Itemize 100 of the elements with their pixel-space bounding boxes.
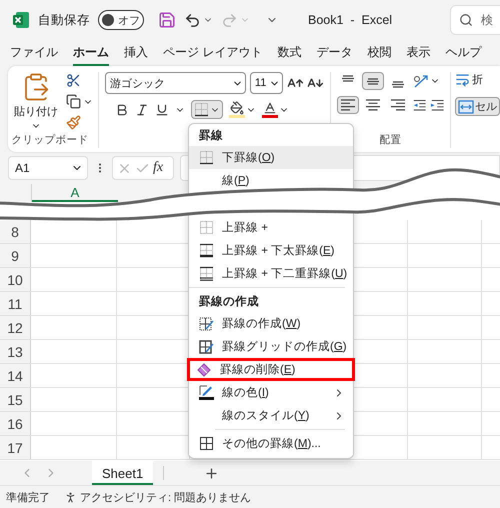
increase-indent-icon[interactable] — [430, 98, 444, 112]
wrap-text-label: 折 — [472, 73, 483, 87]
paste-button[interactable]: 貼り付け — [14, 72, 58, 131]
font-size-select[interactable]: 11 — [250, 72, 283, 94]
ribbon-tab[interactable]: 挿入 — [124, 40, 148, 66]
thick-bottom-border-icon — [199, 243, 214, 258]
borders-icon — [194, 102, 209, 117]
merge-button[interactable]: セル — [455, 97, 500, 116]
row-header[interactable]: 15 — [0, 388, 31, 412]
eraser-icon — [197, 362, 212, 377]
italic-icon[interactable] — [135, 102, 149, 116]
cut-icon[interactable] — [66, 73, 81, 88]
menu-item[interactable]: 罫線の削除(E) — [187, 358, 355, 381]
pen-color-icon — [199, 385, 214, 400]
grid-cell[interactable] — [408, 340, 482, 364]
ribbon-tab[interactable]: ページ レイアウト — [163, 40, 262, 66]
align-center-icon — [365, 98, 381, 112]
grid-cell[interactable] — [31, 220, 117, 244]
grid-cell[interactable] — [408, 220, 482, 244]
align-right-icon — [390, 98, 406, 112]
save-icon[interactable] — [158, 11, 176, 29]
border-grid-icon — [199, 220, 214, 235]
search-field[interactable]: 検 — [450, 5, 500, 35]
undo-icon[interactable] — [184, 12, 201, 28]
add-sheet-icon[interactable] — [204, 466, 220, 480]
menu-item[interactable]: その他の罫線(M)... — [189, 432, 353, 455]
row-header[interactable]: 13 — [0, 340, 31, 364]
horizontal-align-button[interactable] — [337, 96, 359, 114]
menu-section-title: 罫線 — [198, 128, 224, 144]
font-color-icon[interactable] — [262, 101, 278, 118]
text-orientation-icon[interactable] — [412, 74, 429, 88]
menu-item[interactable]: 罫線の作成(W) — [189, 312, 353, 335]
group-label: 配置 — [380, 133, 402, 147]
ribbon-tab[interactable]: 数式 — [277, 40, 302, 66]
menu-item[interactable]: 線のスタイル(Y) — [189, 404, 353, 427]
underline-icon[interactable] — [155, 102, 169, 116]
grid-cell[interactable] — [408, 364, 482, 388]
window-title: Book1 - Excel — [308, 13, 392, 27]
font-name-select[interactable]: 游ゴシック — [105, 72, 246, 94]
menu-section-title: 罫線の作成 — [198, 294, 260, 310]
accessibility-icon — [64, 490, 77, 504]
excel-logo-icon — [12, 11, 30, 29]
ribbon-tab[interactable]: 表示 — [406, 40, 430, 66]
bold-icon[interactable] — [115, 102, 129, 116]
fill-color-icon[interactable] — [229, 101, 245, 118]
select-all-corner[interactable] — [0, 184, 32, 202]
borders-button[interactable] — [191, 100, 223, 119]
menu-item[interactable]: 線の色(I) — [189, 381, 353, 404]
merge-cells-icon — [458, 100, 474, 114]
row-header[interactable]: 12 — [0, 316, 31, 340]
menu-item[interactable]: 上罫線 + — [189, 216, 353, 239]
row-header[interactable]: 16 — [0, 412, 31, 436]
vertical-align-button[interactable] — [362, 72, 384, 90]
all-borders-icon — [199, 436, 214, 451]
menu-item[interactable]: 下罫線(O) — [189, 146, 353, 169]
format-painter-icon[interactable] — [66, 115, 81, 130]
ribbon-tab[interactable]: 校閲 — [367, 40, 392, 66]
menu-item[interactable]: 上罫線 + 下二重罫線(U) — [189, 262, 353, 285]
grid-cell[interactable] — [408, 316, 482, 340]
ribbon-tab[interactable]: ヘルプ — [445, 40, 482, 66]
grid-cell[interactable] — [31, 316, 117, 340]
row-header[interactable]: 10 — [0, 268, 31, 292]
row-header[interactable]: 17 — [0, 436, 31, 460]
menu-item[interactable]: 上罫線 + 下太罫線(E) — [189, 239, 353, 262]
pencil-border-icon — [199, 316, 214, 331]
pencil-grid-icon — [199, 339, 214, 354]
wrap-text-icon[interactable] — [455, 72, 470, 87]
accessibility-status[interactable]: アクセシビリティ: 問題ありません — [80, 490, 252, 504]
grid-cell[interactable] — [31, 388, 117, 412]
sheet-tab[interactable]: Sheet1 — [92, 461, 154, 485]
grid-cell[interactable] — [31, 364, 117, 388]
ribbon-tab[interactable]: ファイル — [10, 40, 58, 66]
grid-cell[interactable] — [408, 268, 482, 292]
name-box[interactable]: A1 — [8, 156, 88, 180]
grid-cell[interactable] — [408, 436, 482, 460]
row-header[interactable]: 14 — [0, 364, 31, 388]
grid-cell[interactable] — [31, 412, 117, 436]
status-text: 準備完了 — [6, 490, 50, 504]
row-header[interactable]: 8 — [0, 220, 31, 244]
autosave-toggle[interactable]: オフ — [98, 10, 144, 30]
menu-item[interactable]: 罫線グリッドの作成(G) — [189, 335, 353, 358]
grid-cell[interactable] — [31, 292, 117, 316]
row-header[interactable]: 9 — [0, 244, 31, 268]
column-header[interactable]: A — [32, 184, 118, 202]
decrease-indent-icon[interactable] — [412, 98, 426, 112]
grid-cell[interactable] — [408, 412, 482, 436]
grid-cell[interactable] — [31, 268, 117, 292]
copy-icon[interactable] — [66, 94, 81, 109]
bottom-border-icon — [199, 150, 214, 165]
grid-cell[interactable] — [408, 292, 482, 316]
insert-function-button[interactable]: fx — [153, 160, 164, 176]
ribbon-tab[interactable]: データ — [316, 40, 352, 66]
double-bottom-border-icon — [199, 266, 214, 281]
row-header[interactable]: 11 — [0, 292, 31, 316]
grid-cell[interactable] — [408, 244, 482, 268]
grid-cell[interactable] — [31, 436, 117, 460]
autosave-label: 自動保存 — [38, 12, 90, 28]
grid-cell[interactable] — [31, 244, 117, 268]
grid-cell[interactable] — [408, 388, 482, 412]
grid-cell[interactable] — [31, 340, 117, 364]
